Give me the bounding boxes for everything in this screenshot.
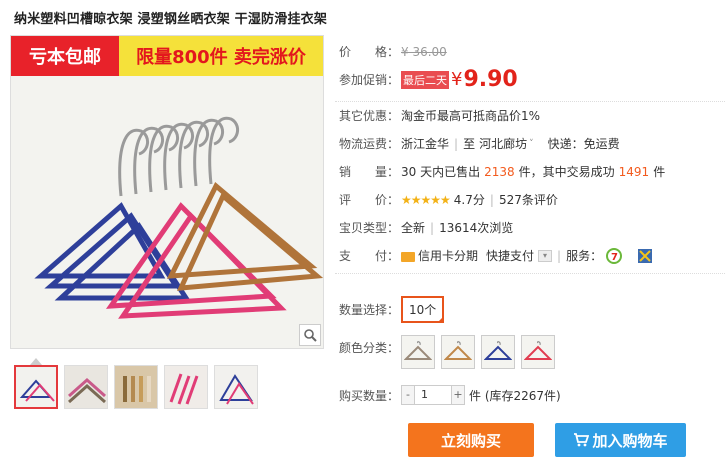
thumbnail-strip (14, 365, 264, 409)
pipe-separator: | (454, 136, 459, 151)
thumbnail-5[interactable] (214, 365, 258, 409)
quantity-option-row: 数量选择： 10个 (339, 296, 725, 323)
sold-count: 2138 (484, 164, 515, 179)
add-to-cart-button[interactable]: 加入购物车 (555, 423, 686, 457)
other-offer-row: 其它优惠： 淘金币最高可抵商品价1% (339, 107, 725, 124)
thumb-pointer (30, 358, 42, 365)
sales-prefix: 30 天内已售出 (401, 165, 481, 179)
decrement-button[interactable]: - (402, 386, 414, 404)
buy-now-label: 立刻购买 (440, 431, 501, 450)
purchase-qty-row: 购买数量： - 1 + 件 (库存2267件) (339, 385, 725, 405)
thumbnail-4[interactable] (164, 365, 208, 409)
shipping-row: 物流运费： 浙江金华 | 至 河北廊坊 ˅ 快递：免运费 (339, 135, 725, 152)
more-payment-icon[interactable]: ▾ (538, 249, 553, 262)
quantity-option-label: 数量选择： (339, 303, 400, 317)
color-row: 颜色分类： (339, 335, 725, 369)
view-count: 13614次浏览 (439, 221, 514, 235)
pipe-separator: | (557, 248, 562, 263)
sales-mid: 件，其中交易成功 (518, 165, 615, 179)
fast-pay[interactable]: 快捷支付 (486, 247, 534, 264)
buy-now-button[interactable]: 立刻购买 (408, 423, 534, 457)
express-fee: 快递：免运费 (547, 137, 620, 151)
payment-row: 支 付： 信用卡分期 快捷支付 ▾ | 服务： 7 (339, 247, 725, 264)
seven-day-return-icon: 7 (606, 247, 623, 264)
quantity-option-selected[interactable]: 10个 (401, 296, 445, 323)
image-banner: 亏本包邮 限量800件 卖完涨价 (11, 36, 323, 76)
star-rating-icon: ★★★★★ (401, 192, 451, 207)
hanger-photo (11, 76, 323, 348)
product-main-image[interactable]: 亏本包邮 限量800件 卖完涨价 (10, 35, 324, 349)
condition-row: 宝贝类型： 全新 | 13614次浏览 (339, 219, 725, 236)
banner-free-shipping: 亏本包邮 (11, 36, 119, 76)
ship-to-select[interactable]: 河北廊坊 (479, 135, 527, 152)
increment-button[interactable]: + (452, 386, 464, 404)
svg-text:7: 7 (611, 252, 618, 263)
sales-row: 销 量： 30 天内已售出 2138 件，其中交易成功 1491 件 (339, 163, 725, 180)
guarantee-icon (638, 248, 653, 263)
rating-score: 4.7分 (453, 193, 485, 207)
sales-label: 销 量： (339, 165, 400, 179)
pipe-separator: | (430, 220, 435, 235)
thumbnail-3[interactable] (114, 365, 158, 409)
product-title: 纳米塑料凹槽晾衣架 浸塑钢丝晒衣架 干湿防滑挂衣架 (14, 12, 328, 27)
promo-label: 参加促销： (339, 73, 400, 87)
original-price: ¥ 36.00 (401, 44, 447, 59)
swatch-gold[interactable] (441, 335, 475, 369)
swatch-red[interactable] (521, 335, 555, 369)
card-installment[interactable]: 信用卡分期 (418, 247, 478, 264)
other-offer-label: 其它优惠： (339, 109, 400, 123)
current-price: 9.90 (463, 67, 518, 92)
sales-suffix: 件 (653, 165, 666, 179)
ship-from: 浙江金华 (401, 137, 450, 151)
success-count: 1491 (618, 164, 650, 179)
zoom-icon[interactable] (299, 324, 321, 346)
divider (335, 273, 725, 274)
credit-card-icon (401, 251, 415, 262)
chevron-down-icon[interactable]: ˅ (529, 139, 534, 149)
price-row: 价 格： ¥ 36.00 (339, 43, 725, 60)
stock-info: 件 (库存2267件) (469, 388, 561, 403)
review-count-link[interactable]: 527条评价 (499, 191, 558, 208)
add-to-cart-label: 加入购物车 (592, 431, 668, 450)
rating-label: 评 价： (339, 193, 400, 207)
divider (335, 101, 725, 102)
promo-row: 参加促销： 最后二天 ¥ 9.90 (339, 67, 725, 92)
thumbnail-1[interactable] (14, 365, 58, 409)
swatch-blue[interactable] (481, 335, 515, 369)
shipping-label: 物流运费： (339, 137, 400, 151)
other-offer-value: 淘金币最高可抵商品价1% (401, 109, 541, 123)
currency-symbol: ¥ (451, 69, 463, 90)
price-label: 价 格： (339, 45, 400, 59)
service-label: 服务： (566, 249, 603, 263)
banner-limited: 限量800件 卖完涨价 (119, 36, 323, 76)
pipe-separator: | (489, 192, 494, 207)
quantity-stepper: - 1 + (401, 385, 465, 405)
purchase-qty-label: 购买数量： (339, 388, 400, 403)
condition-value: 全新 (401, 221, 426, 235)
quantity-input[interactable]: 1 (414, 386, 452, 404)
promo-tag: 最后二天 (401, 70, 449, 89)
swatch-silver[interactable] (401, 335, 435, 369)
cart-icon (573, 433, 590, 447)
payment-label: 支 付： (339, 249, 400, 263)
rating-row: 评 价： ★★★★★ 4.7分 | 527条评价 (339, 191, 725, 208)
condition-label: 宝贝类型： (339, 221, 400, 235)
ship-to-word: 至 (463, 137, 476, 151)
thumbnail-2[interactable] (64, 365, 108, 409)
color-label: 颜色分类： (339, 341, 400, 355)
